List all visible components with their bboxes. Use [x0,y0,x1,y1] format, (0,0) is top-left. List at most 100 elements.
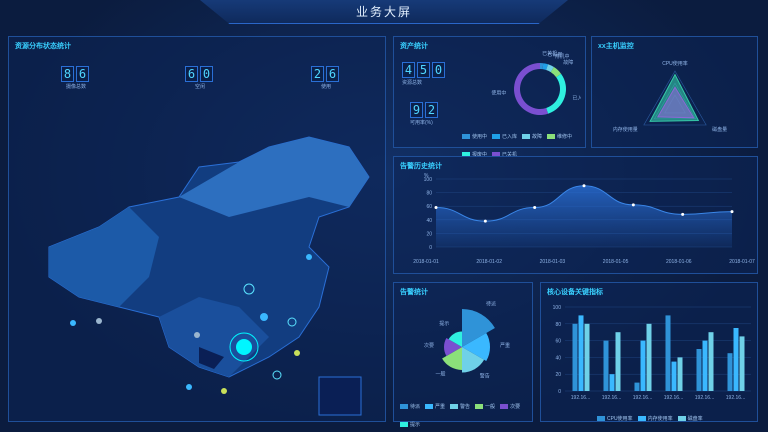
legend-item[interactable]: 故障 [522,133,542,140]
legend-item[interactable]: 次要 [500,403,520,410]
legend-swatch [500,404,509,410]
stat-label: 空闲 [194,84,205,90]
bar [739,336,745,391]
legend-item[interactable]: CPU使用率 [597,415,633,422]
alarm-rose-chart[interactable]: 待派严重警告 一般 次要 提示 [394,295,534,387]
core-device-title: 核心设备关键指标 [547,289,603,296]
y-tick-label: 0 [429,245,432,251]
donut-slice [514,63,549,115]
slice-label: 故障 [563,59,573,66]
slice-label: 已入库 [572,95,581,102]
digit: 0 [432,62,445,78]
digit: 9 [410,102,423,118]
legend-label: 已入库 [502,134,518,140]
bar [578,315,584,391]
digit: 6 [76,66,89,82]
legend-item[interactable]: 已入库 [492,133,517,140]
legend-swatch [597,416,605,422]
legend-item[interactable]: 警告 [450,403,470,410]
core-device-bar-chart[interactable]: 0 20 40 60 80 100 192.16... 192.16... 192.16... 1… [541,297,759,407]
legend-label: 提示 [410,422,421,428]
rose-label: 次要 [424,342,434,349]
x-tick-label: 2018-01-01 [413,259,439,265]
bar [615,332,621,391]
bar [603,340,609,391]
data-point [582,184,586,188]
china-map[interactable] [9,107,387,417]
host-panel: xx主机监控 CPU使用率 磁盘量 内存使用量 [591,36,758,148]
digit: 2 [311,66,324,82]
legend-item[interactable]: 内存使用率 [637,415,673,422]
x-tick-label: 192.16... [726,395,745,401]
legend-label: CPU使用率 [607,416,633,422]
x-tick-label: 192.16... [664,395,683,401]
rose-label: 提示 [439,320,449,327]
slice-label: 使用中 [491,89,506,96]
legend-item[interactable]: 使用中 [462,133,487,140]
radar-axis-label: CPU使用率 [662,60,688,67]
bar [572,323,578,391]
x-tick-label: 192.16... [695,395,714,401]
bar [696,349,702,391]
data-point [681,212,685,216]
asset-panel: 资产统计 450 资源总数 92 可用率(%) 已关机已占用待机中故障已入库使用… [393,36,586,158]
legend-swatch [450,404,459,410]
asset-donut-chart[interactable]: 已关机已占用待机中故障已入库使用中 [476,49,581,127]
alarm-stats-panel: 告警统计 待派 严重 警告 一般 次要 提示 待派 严重 警告 一般 次要提示 [393,282,534,428]
digit: 8 [61,66,74,82]
donut-slice [546,73,566,114]
stat-total: 86 摄像总数 [61,65,91,90]
data-point [631,203,635,207]
rose-label: 一般 [435,371,445,378]
map-dot [70,320,76,326]
stat-label: 使用 [320,84,331,90]
asset-total: 450 资源总数 [402,61,447,86]
bar [708,332,714,391]
rose-label: 严重 [500,342,510,349]
legend-label: 严重 [435,404,446,410]
legend-item[interactable]: 提示 [400,421,420,428]
map-dot [306,254,312,260]
resource-panel: 资源分布状态统计 86 摄像总数 60 空闲 26 使用 [8,36,386,422]
legend-item[interactable]: 待派 [400,403,420,410]
bar [727,353,733,391]
legend-swatch [425,404,434,410]
legend-item[interactable]: 维修中 [547,133,572,140]
legend-item[interactable]: 磁盘率 [677,415,703,422]
map-marker[interactable] [294,350,300,356]
legend-label: 一般 [485,404,496,410]
digit: 0 [200,66,213,82]
y-axis-label: % [424,173,429,179]
host-radar-chart[interactable]: CPU使用率磁盘量 内存使用量 [592,49,759,149]
legend-label: 故障 [532,134,543,140]
alarm-history-panel: 告警历史统计 0 20 40 60 80 100% 2018-01-01 2018-01-02… [393,156,758,274]
legend-label: 内存使用率 [647,416,673,422]
asset-total-label: 资源总数 [402,80,423,86]
y-tick-label: 60 [555,339,561,345]
legend-item[interactable]: 一般 [475,403,495,410]
asset-available-label: 可用率(%) [410,120,433,126]
data-point [730,210,734,214]
legend-item[interactable]: 严重 [425,403,445,410]
bar [640,340,646,391]
y-tick-label: 40 [426,218,432,224]
legend-swatch [475,404,484,410]
bar [671,361,677,391]
bar [646,323,652,391]
map-marker[interactable] [272,370,282,380]
digit: 5 [417,62,430,78]
dashboard: 业务大屏 资源分布状态统计 86 摄像总数 60 空闲 26 使用 资产统计 4… [0,0,768,432]
page-title: 业务大屏 [355,5,412,19]
y-tick-label: 60 [426,204,432,210]
x-tick-label: 2018-01-06 [666,259,692,265]
map-dot [194,332,200,338]
stat-idle: 60 空闲 [185,65,215,90]
map-marker[interactable] [221,388,227,394]
bar-legend: CPU使用率 内存使用率 磁盘率 [597,407,757,425]
legend-swatch [462,134,470,140]
x-tick-label: 2018-01-02 [476,259,502,265]
legend-label: 磁盘率 [687,416,703,422]
alarm-history-chart[interactable]: 020406080100%2018-01-01 2018-01-02 2018-01… [394,171,759,275]
legend-swatch [492,134,501,140]
map-hotspot[interactable] [236,339,252,355]
